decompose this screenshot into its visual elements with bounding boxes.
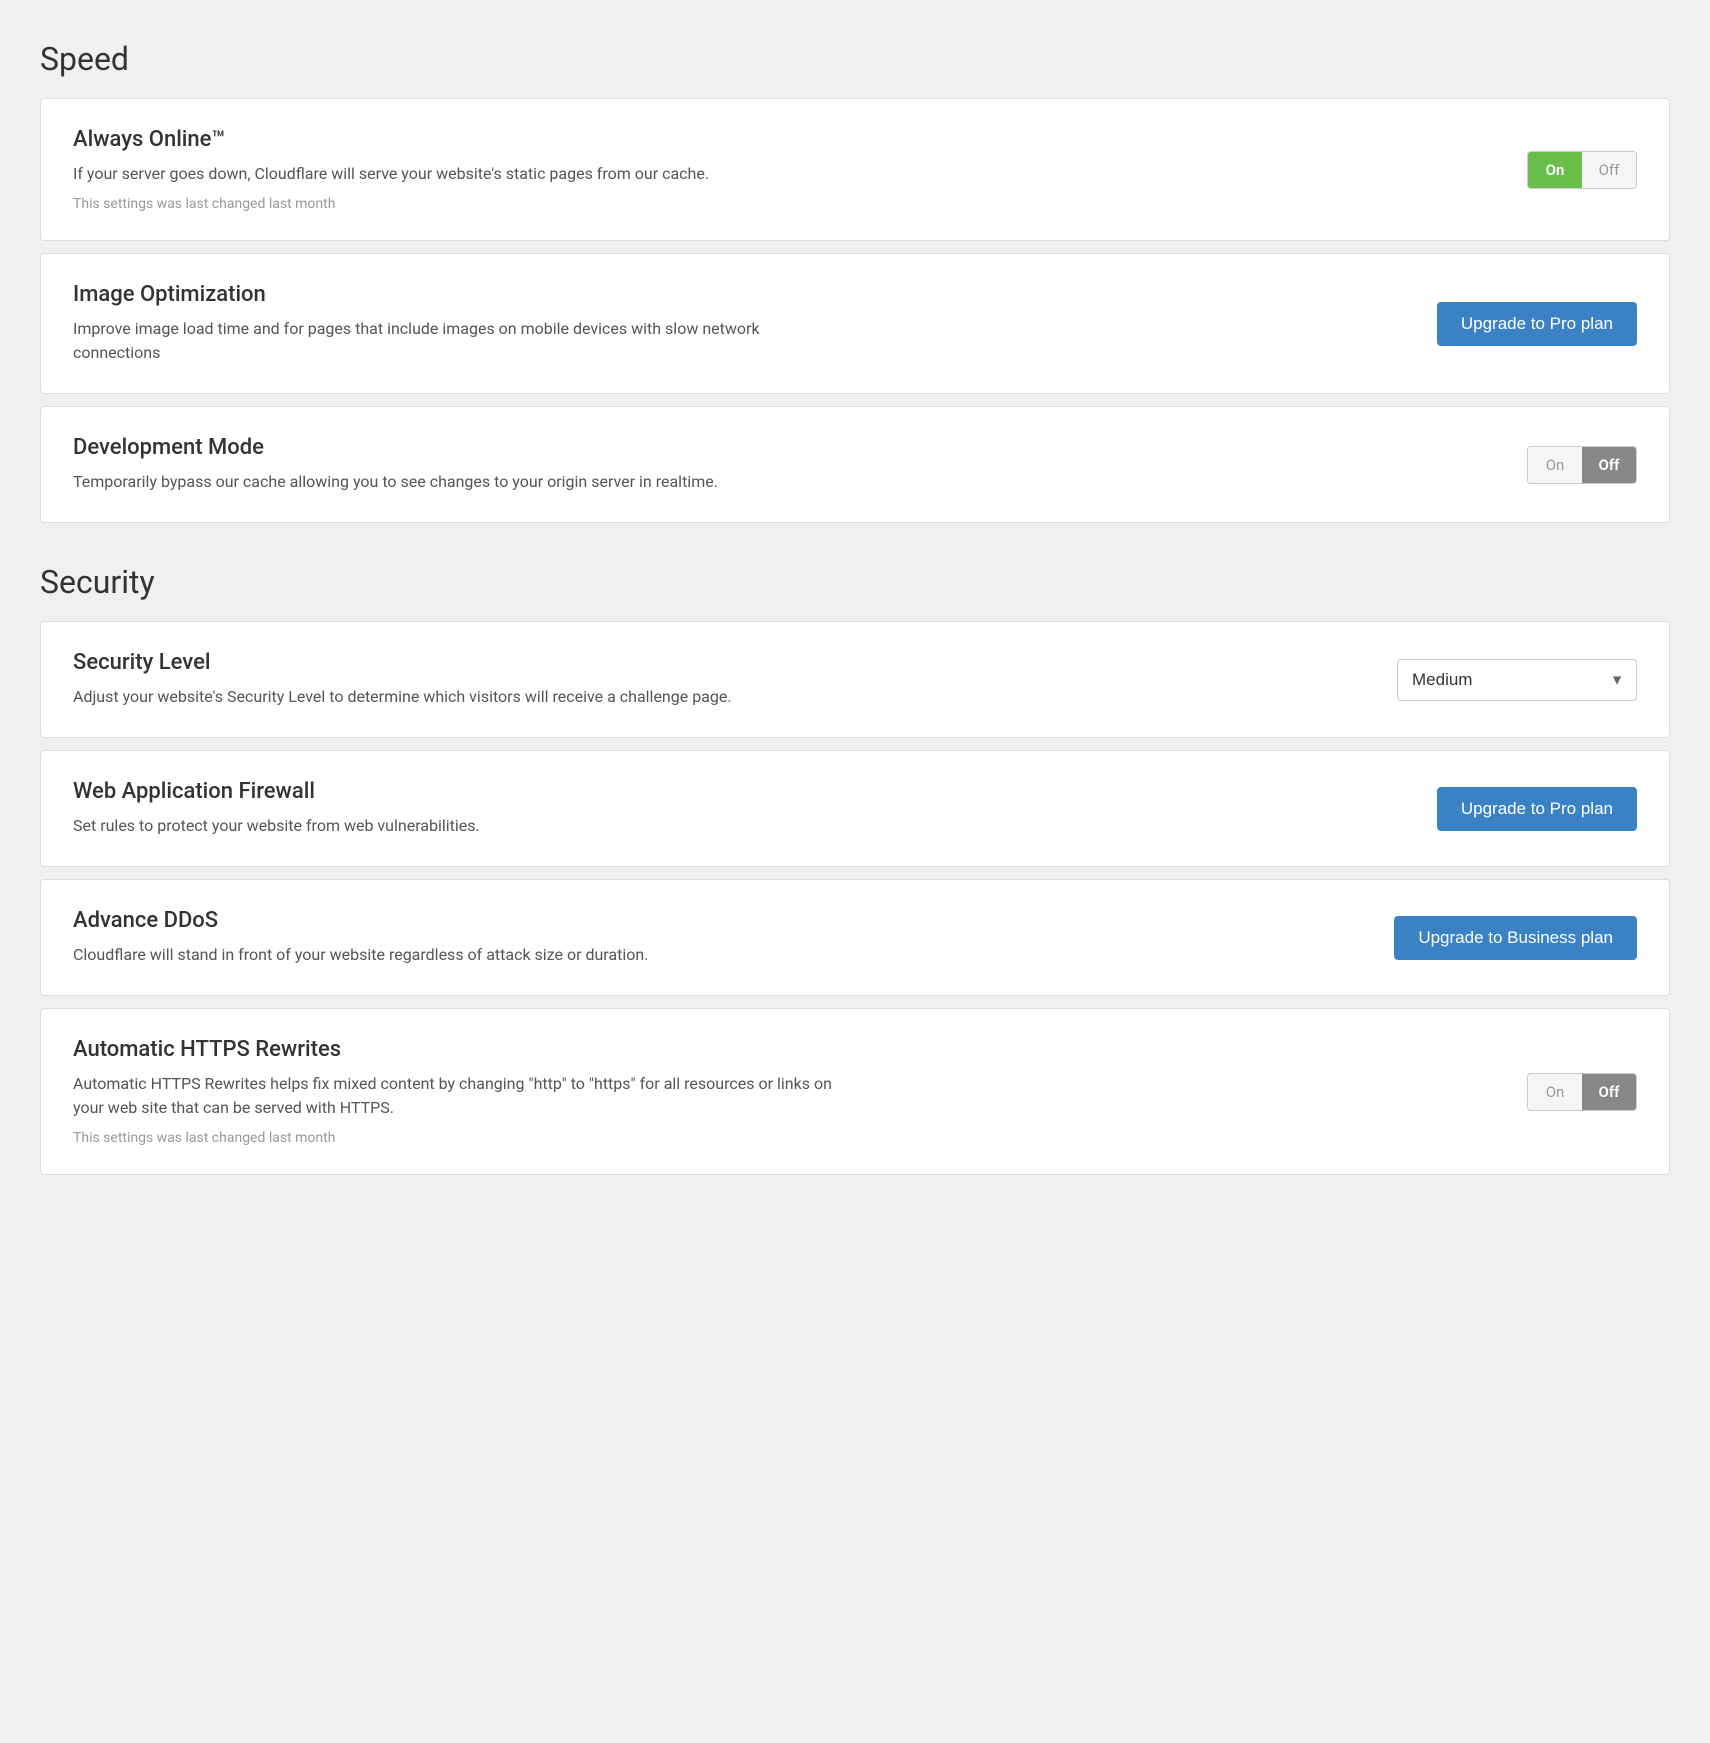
always-online-toggle[interactable]: On Off — [1527, 151, 1637, 189]
always-online-toggle-off[interactable]: Off — [1582, 152, 1636, 188]
development-mode-row: Development Mode Temporarily bypass our … — [40, 406, 1670, 523]
always-online-timestamp: This settings was last changed last mont… — [73, 196, 1337, 212]
development-mode-toggle-on[interactable]: On — [1528, 447, 1582, 483]
https-rewrites-timestamp: This settings was last changed last mont… — [73, 1130, 1337, 1146]
security-level-select-wrapper[interactable]: Low Medium High I'm Under Attack! ▼ — [1397, 659, 1637, 701]
ddos-title: Advance DDoS — [73, 908, 1337, 933]
https-rewrites-toggle-on[interactable]: On — [1528, 1074, 1582, 1110]
image-optimization-content: Image Optimization Improve image load ti… — [73, 282, 1377, 365]
development-mode-content: Development Mode Temporarily bypass our … — [73, 435, 1377, 494]
https-rewrites-content: Automatic HTTPS Rewrites Automatic HTTPS… — [73, 1037, 1377, 1146]
always-online-row: Always Online™ If your server goes down,… — [40, 98, 1670, 241]
image-optimization-description: Improve image load time and for pages th… — [73, 317, 833, 365]
waf-row: Web Application Firewall Set rules to pr… — [40, 750, 1670, 867]
security-section-title: Security — [40, 563, 1670, 601]
speed-section-title: Speed — [40, 40, 1670, 78]
development-mode-description: Temporarily bypass our cache allowing yo… — [73, 470, 833, 494]
https-rewrites-title: Automatic HTTPS Rewrites — [73, 1037, 1337, 1062]
https-rewrites-control: On Off — [1377, 1073, 1637, 1111]
https-rewrites-toggle[interactable]: On Off — [1527, 1073, 1637, 1111]
image-optimization-control: Upgrade to Pro plan — [1377, 302, 1637, 346]
image-optimization-row: Image Optimization Improve image load ti… — [40, 253, 1670, 394]
ddos-description: Cloudflare will stand in front of your w… — [73, 943, 833, 967]
always-online-control: On Off — [1377, 151, 1637, 189]
waf-upgrade-button[interactable]: Upgrade to Pro plan — [1437, 787, 1637, 831]
security-level-select[interactable]: Low Medium High I'm Under Attack! — [1412, 670, 1622, 689]
security-level-description: Adjust your website's Security Level to … — [73, 685, 833, 709]
waf-title: Web Application Firewall — [73, 779, 1337, 804]
ddos-content: Advance DDoS Cloudflare will stand in fr… — [73, 908, 1377, 967]
development-mode-toggle[interactable]: On Off — [1527, 446, 1637, 484]
image-optimization-upgrade-button[interactable]: Upgrade to Pro plan — [1437, 302, 1637, 346]
development-mode-toggle-off[interactable]: Off — [1582, 447, 1636, 483]
https-rewrites-row: Automatic HTTPS Rewrites Automatic HTTPS… — [40, 1008, 1670, 1175]
always-online-description: If your server goes down, Cloudflare wil… — [73, 162, 833, 186]
https-rewrites-description: Automatic HTTPS Rewrites helps fix mixed… — [73, 1072, 833, 1120]
waf-description: Set rules to protect your website from w… — [73, 814, 833, 838]
ddos-row: Advance DDoS Cloudflare will stand in fr… — [40, 879, 1670, 996]
security-level-content: Security Level Adjust your website's Sec… — [73, 650, 1377, 709]
https-rewrites-toggle-off[interactable]: Off — [1582, 1074, 1636, 1110]
always-online-toggle-on[interactable]: On — [1528, 152, 1582, 188]
waf-control: Upgrade to Pro plan — [1377, 787, 1637, 831]
development-mode-title: Development Mode — [73, 435, 1337, 460]
security-level-row: Security Level Adjust your website's Sec… — [40, 621, 1670, 738]
waf-content: Web Application Firewall Set rules to pr… — [73, 779, 1377, 838]
image-optimization-title: Image Optimization — [73, 282, 1337, 307]
development-mode-control: On Off — [1377, 446, 1637, 484]
always-online-title: Always Online™ — [73, 127, 1337, 152]
ddos-upgrade-button[interactable]: Upgrade to Business plan — [1394, 916, 1637, 960]
security-level-title: Security Level — [73, 650, 1337, 675]
always-online-content: Always Online™ If your server goes down,… — [73, 127, 1377, 212]
security-level-control: Low Medium High I'm Under Attack! ▼ — [1377, 659, 1637, 701]
ddos-control: Upgrade to Business plan — [1377, 916, 1637, 960]
